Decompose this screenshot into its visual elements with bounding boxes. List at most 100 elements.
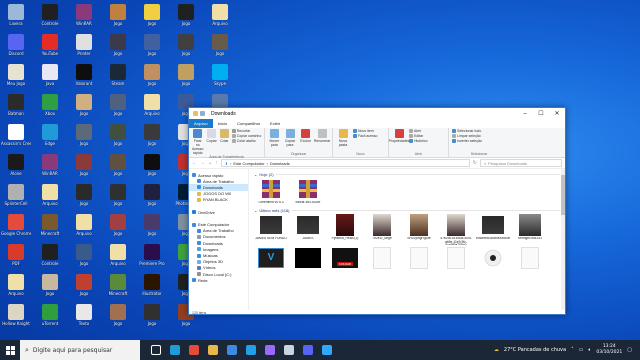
file-item[interactable] [365, 246, 399, 270]
taskbar-app[interactable] [241, 340, 260, 360]
folder-icon[interactable] [193, 111, 198, 116]
desktop-shortcut[interactable]: Skype [205, 61, 235, 95]
taskbar-app[interactable] [203, 340, 222, 360]
file-item[interactable]: V [254, 247, 288, 270]
file-item[interactable]: KONAMI [328, 247, 362, 270]
pin-button[interactable]: Fixar no Acesso rápido [192, 129, 203, 155]
desktop-shortcut[interactable]: Hollow Knight [1, 301, 31, 335]
network-icon[interactable]: ▭ [579, 347, 584, 353]
desktop-shortcut[interactable]: Arquivo [103, 241, 133, 275]
notifications-icon[interactable]: ▢ [627, 347, 632, 353]
desktop-shortcut[interactable]: Jogo [103, 121, 133, 155]
file-item[interactable]: b0689fdc3c8f0f00ba3b93bd2e53 [476, 213, 510, 245]
desktop-shortcut[interactable]: Jogo [171, 31, 201, 65]
chevron-down-icon[interactable]: ⌄ [254, 172, 257, 177]
desktop-shortcut[interactable]: Java [35, 61, 65, 95]
desktop-shortcut[interactable]: Jogo [69, 91, 99, 125]
copy-button[interactable]: Copiar [206, 129, 217, 143]
desktop-shortcut[interactable]: Arquivo [137, 91, 167, 125]
forward-icon[interactable]: → [200, 160, 205, 166]
minimize-button[interactable]: – [517, 111, 533, 117]
desktop-shortcut[interactable]: Arquivo [205, 1, 235, 35]
tab-share[interactable]: Compartilhar [232, 119, 265, 128]
breadcrumb-downloads[interactable]: Downloads [270, 161, 290, 166]
properties-icon[interactable] [200, 111, 205, 116]
file-item[interactable] [476, 247, 510, 270]
taskbar-app[interactable] [279, 340, 298, 360]
weather-text[interactable]: 27°C Pancadas de chuva [504, 347, 566, 353]
chevron-down-icon[interactable]: ⌄ [208, 160, 212, 166]
open-button[interactable]: Abrir [409, 129, 428, 133]
back-icon[interactable]: ← [192, 160, 197, 166]
desktop-shortcut[interactable]: Steam [103, 61, 133, 95]
copy-to-button[interactable]: Copiar para [284, 129, 297, 147]
delete-button[interactable]: Excluir [299, 129, 312, 143]
desktop-shortcut[interactable]: Jogo [137, 121, 167, 155]
desktop-shortcut[interactable]: Jogo [137, 1, 167, 35]
close-button[interactable]: ✕ [549, 110, 565, 117]
desktop-shortcut[interactable]: Jogo [69, 181, 99, 215]
desktop-shortcut[interactable]: Meu Jogo [1, 61, 31, 95]
desktop-shortcut[interactable]: Jogo [103, 211, 133, 245]
clock[interactable]: 13:24 03/10/2021 [596, 344, 622, 356]
maximize-button[interactable]: ☐ [533, 110, 549, 117]
desktop-shortcut[interactable]: Jogo [103, 301, 133, 335]
file-item[interactable]: 47b2901d-bd3a-4c0f-ab5e-11e9-9fc-5ce8f9a… [439, 213, 473, 245]
desktop-shortcut[interactable]: WinRAR [35, 151, 65, 185]
desktop-shortcut[interactable]: Premiere Pro [137, 241, 167, 275]
desktop-shortcut[interactable]: Jogo [69, 241, 99, 275]
scrollbar-thumb[interactable] [561, 175, 565, 215]
tab-view[interactable]: Exibir [265, 119, 285, 128]
desktop-shortcut[interactable]: Lixeira [1, 1, 31, 35]
edit-button[interactable]: Editar [409, 134, 428, 138]
desktop-shortcut[interactable]: Arquivo [69, 211, 99, 245]
desktop-shortcut[interactable]: Printer [69, 31, 99, 65]
file-item[interactable]: Greenfield v0.5.3 [254, 178, 288, 205]
desktop-shortcut[interactable]: Jogo [137, 301, 167, 335]
file-item[interactable] [439, 246, 473, 270]
desktop-shortcut[interactable]: Jogo [171, 61, 201, 95]
easy-access-button[interactable]: Fácil acesso [353, 134, 377, 138]
file-item[interactable]: 7n2e1r_large [365, 213, 399, 245]
desktop-shortcut[interactable]: Controle [35, 1, 65, 35]
taskbar-app[interactable] [184, 340, 203, 360]
desktop-shortcut[interactable]: SplinterCell [1, 181, 31, 215]
desktop-shortcut[interactable]: Xbox [35, 91, 65, 125]
file-item[interactable]: JAMES [291, 213, 325, 245]
taskbar-app[interactable] [146, 340, 165, 360]
vertical-scrollbar[interactable] [561, 169, 565, 310]
new-item-button[interactable]: Novo item [353, 129, 377, 133]
desktop-shortcut[interactable]: Jogo [103, 181, 133, 215]
breadcrumb-this-pc[interactable]: Este Computador [233, 161, 264, 166]
desktop-shortcut[interactable]: Jogo [69, 271, 99, 305]
group-header[interactable]: ⌄ Hoje (2) [254, 171, 560, 178]
desktop-shortcut[interactable]: Valorant [69, 61, 99, 95]
taskbar-app[interactable] [222, 340, 241, 360]
desktop-shortcut[interactable]: YouTube [35, 31, 65, 65]
desktop-shortcut[interactable]: Arquivo [35, 181, 65, 215]
address-bar[interactable]: ⬇ › Este Computador › Downloads [220, 159, 470, 167]
move-to-button[interactable]: Mover para [268, 129, 281, 147]
refresh-icon[interactable]: ↻ [473, 160, 477, 166]
properties-button[interactable]: Propriedades [389, 129, 409, 143]
paste-button[interactable]: Colar [219, 129, 229, 143]
chevron-up-icon[interactable]: ˄ [571, 347, 574, 353]
desktop-shortcut[interactable]: Jogo [137, 61, 167, 95]
desktop-shortcut[interactable]: Minecraft [103, 271, 133, 305]
file-item[interactable] [402, 246, 436, 270]
select-none-button[interactable]: Limpar seleção [452, 134, 482, 138]
copy-path-button[interactable]: Copiar caminho [231, 134, 261, 138]
desktop-shortcut[interactable]: Jogo [69, 151, 99, 185]
desktop-shortcut[interactable]: Alone [1, 151, 31, 185]
taskbar-app[interactable] [317, 340, 336, 360]
volume-icon[interactable]: 🔈︎ [588, 347, 591, 353]
cut-button[interactable]: Recortar [231, 129, 262, 133]
file-item[interactable]: Pyramid_Head (1) [328, 213, 362, 245]
desktop-shortcut[interactable]: Jogo [171, 1, 201, 35]
desktop-shortcut[interactable]: PDF [1, 241, 31, 275]
group-header[interactable]: ⌄ Último mês (118) [254, 207, 560, 214]
desktop-shortcut[interactable]: Jogo [137, 181, 167, 215]
file-item[interactable] [513, 246, 547, 270]
search-input[interactable]: ⌕ Pesquisar Downloads [480, 159, 562, 167]
desktop-shortcut[interactable]: Controle [35, 241, 65, 275]
